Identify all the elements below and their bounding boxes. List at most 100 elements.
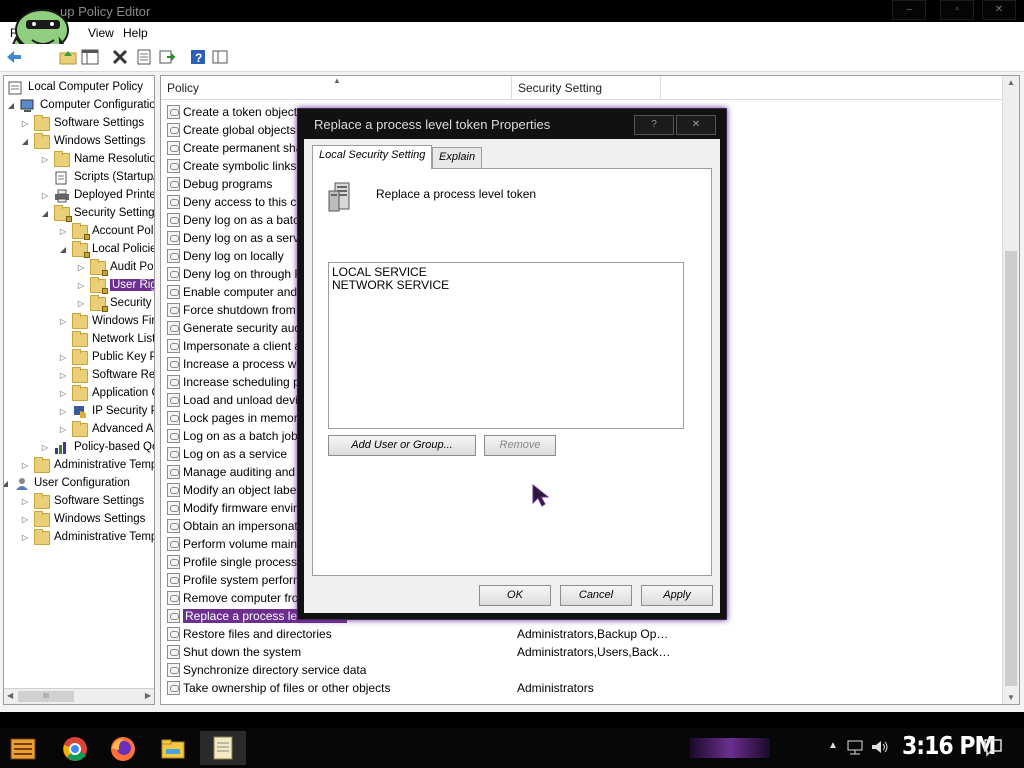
tree-item-deployed-printers[interactable]: ▷ Deployed Printers: [4, 187, 154, 205]
tree-expander-icon[interactable]: ▷: [20, 529, 30, 547]
tree-item-policy-based-qos[interactable]: ▷ Policy-based QoS: [4, 439, 154, 457]
add-user-or-group-button[interactable]: Add User or Group...: [328, 435, 476, 456]
tree-expander-icon[interactable]: ▷: [58, 403, 68, 421]
chrome-icon[interactable]: [60, 734, 90, 764]
tree-item-advanced-audit-policy[interactable]: ▷ Advanced Audit Policy: [4, 421, 154, 439]
tree-item-computer-configuration[interactable]: ◢ Computer Configuration: [4, 97, 154, 115]
tree-item-audit-policy[interactable]: ▷ Audit Policy: [4, 259, 154, 277]
up-folder-icon[interactable]: [58, 47, 78, 67]
start-icon[interactable]: [8, 734, 38, 764]
delete-icon[interactable]: [110, 47, 130, 67]
tree-expander-icon[interactable]: ◢: [20, 133, 30, 151]
tree-item-public-key-policies[interactable]: ▷ Public Key Policies: [4, 349, 154, 367]
column-header-security-setting[interactable]: Security Setting: [518, 81, 602, 95]
tree-expander-icon[interactable]: ▷: [40, 439, 50, 457]
tree-item-scripts[interactable]: Scripts (Startup/Shutdown): [4, 169, 154, 187]
dialog-close-button[interactable]: ✕: [676, 115, 716, 135]
tree-item-windows-settings[interactable]: ◢ Windows Settings: [4, 133, 154, 151]
tree-item-security-settings[interactable]: ◢ Security Settings: [4, 205, 154, 223]
network-icon[interactable]: [846, 738, 864, 759]
tree-expander-icon[interactable]: ▷: [58, 367, 68, 385]
vertical-scrollbar[interactable]: ▲ ▼: [1002, 76, 1019, 704]
tree-expander-icon[interactable]: ▷: [40, 187, 50, 205]
tree-expander-icon[interactable]: ▷: [20, 457, 30, 475]
tree-expander-icon[interactable]: ◢: [6, 97, 16, 115]
dialog-help-button[interactable]: ?: [634, 115, 674, 135]
tree-expander-icon[interactable]: ▷: [76, 259, 86, 277]
account-list[interactable]: LOCAL SERVICE NETWORK SERVICE: [328, 262, 684, 429]
show-hide-tree-icon[interactable]: [80, 47, 100, 67]
account-item[interactable]: LOCAL SERVICE: [332, 265, 427, 279]
tree-expander-icon[interactable]: ▷: [20, 511, 30, 529]
file-explorer-icon[interactable]: [158, 734, 188, 764]
column-divider[interactable]: [511, 76, 512, 100]
policy-row[interactable]: Take ownership of files or other objects…: [165, 679, 1005, 697]
tree-item-user-configuration[interactable]: ◢ User Configuration: [4, 475, 154, 493]
account-item[interactable]: NETWORK SERVICE: [332, 278, 449, 292]
tree-item-user-windows-settings[interactable]: ▷ Windows Settings: [4, 511, 154, 529]
tree-expander-icon[interactable]: ◢: [58, 241, 68, 259]
tree-pane[interactable]: Local Computer Policy ◢ Computer Configura…: [3, 75, 155, 705]
tree-expander-icon[interactable]: ▷: [58, 349, 68, 367]
taskbar-clock[interactable]: 3:16 PM: [902, 732, 996, 761]
policy-row[interactable]: Restore files and directories Administrat…: [165, 625, 1005, 643]
tree-item-name-resolution-policy[interactable]: ▷ Name Resolution Policy: [4, 151, 154, 169]
tree-item-user-administrative-templates[interactable]: ▷ Administrative Templates: [4, 529, 154, 547]
volume-icon[interactable]: [870, 738, 890, 759]
scroll-right-icon[interactable]: ▶: [145, 691, 151, 700]
help-icon[interactable]: ?: [188, 47, 208, 67]
column-header-policy[interactable]: Policy: [167, 81, 199, 95]
scrollbar-thumb[interactable]: III: [18, 691, 74, 702]
minimize-button[interactable]: –: [892, 0, 926, 20]
tree-expander-icon[interactable]: ▷: [76, 295, 86, 313]
tree-horizontal-scrollbar[interactable]: ◀ III ▶: [4, 688, 154, 704]
action-center-icon[interactable]: [983, 737, 1003, 760]
close-window-button[interactable]: ✕: [982, 0, 1016, 20]
tree-item-user-rights-assignment[interactable]: ▷ User Rights Assignment: [4, 277, 154, 295]
tree-item-software-restriction-policies[interactable]: ▷ Software Restriction Policies: [4, 367, 154, 385]
tree-item-application-control-policies[interactable]: ▷ Application Control Policies: [4, 385, 154, 403]
tree-item-user-software-settings[interactable]: ▷ Software Settings: [4, 493, 154, 511]
tree-item-administrative-templates[interactable]: ▷ Administrative Templates: [4, 457, 154, 475]
show-hidden-icons-icon[interactable]: ▲: [828, 740, 838, 751]
maximize-button[interactable]: ▫: [940, 0, 974, 20]
tree-item-local-computer-policy[interactable]: Local Computer Policy: [4, 79, 154, 97]
menu-view[interactable]: View: [88, 26, 114, 40]
tree-item-security-options[interactable]: ▷ Security Options: [4, 295, 154, 313]
column-divider[interactable]: [660, 76, 661, 100]
tree-expander-icon[interactable]: ▷: [58, 385, 68, 403]
tree-expander-icon[interactable]: ▷: [58, 223, 68, 241]
scroll-down-icon[interactable]: ▼: [1007, 693, 1015, 702]
extended-view-icon[interactable]: [210, 47, 230, 67]
notepad-icon[interactable]: [200, 731, 246, 765]
tab-local-security-setting[interactable]: Local Security Setting: [312, 145, 433, 169]
tab-explain[interactable]: Explain: [432, 147, 483, 168]
tree-item-account-policies[interactable]: ▷ Account Policies: [4, 223, 154, 241]
tree-item-network-list-manager[interactable]: Network List Manager Policies: [4, 331, 154, 349]
ok-button[interactable]: OK: [479, 585, 551, 606]
properties-icon[interactable]: [134, 47, 154, 67]
tree-expander-icon[interactable]: ▷: [20, 493, 30, 511]
firefox-icon[interactable]: [108, 734, 138, 764]
apply-button[interactable]: Apply: [641, 585, 713, 606]
tree-expander-icon[interactable]: ▷: [20, 115, 30, 133]
menu-help[interactable]: Help: [123, 26, 148, 40]
tree-expander-icon[interactable]: ▷: [58, 313, 68, 331]
scroll-left-icon[interactable]: ◀: [7, 691, 13, 700]
policy-row[interactable]: Synchronize directory service data: [165, 661, 1005, 679]
cancel-button[interactable]: Cancel: [560, 585, 632, 606]
tree-expander-icon[interactable]: ▷: [58, 421, 68, 439]
tree-expander-icon[interactable]: ◢: [40, 205, 50, 223]
scroll-up-icon[interactable]: ▲: [1007, 78, 1015, 87]
tree-expander-icon[interactable]: ▷: [40, 151, 50, 169]
tree-item-software-settings[interactable]: ▷ Software Settings: [4, 115, 154, 133]
tree-expander-icon[interactable]: ◢: [4, 475, 10, 493]
tree-expander-icon[interactable]: ▷: [76, 277, 86, 295]
tree-item-ip-security-policies[interactable]: ▷ IP Security Policies: [4, 403, 154, 421]
export-list-icon[interactable]: [157, 47, 177, 67]
scrollbar-thumb[interactable]: [1005, 251, 1017, 686]
tree-item-windows-firewall[interactable]: ▷ Windows Firewall: [4, 313, 154, 331]
remove-button[interactable]: Remove: [484, 435, 556, 456]
policy-row[interactable]: Shut down the system Administrators,Users…: [165, 643, 1005, 661]
back-icon[interactable]: [4, 47, 24, 67]
